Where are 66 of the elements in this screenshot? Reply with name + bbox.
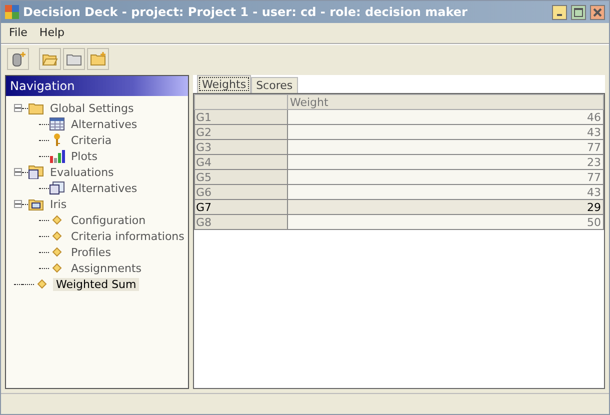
tree-item[interactable]: Criteria	[68, 134, 115, 146]
window-title: Decision Deck - project: Project 1 - user: cd - role: decision maker	[23, 5, 468, 19]
folder-icon	[28, 197, 44, 211]
tree-item[interactable]: Evaluations	[47, 166, 117, 178]
collapse-toggle[interactable]	[14, 168, 22, 176]
row-header: G8	[194, 214, 288, 230]
new-project-button[interactable]	[7, 48, 29, 70]
tab[interactable]: Weights	[197, 75, 252, 93]
tree-item[interactable]: Alternatives	[68, 182, 140, 194]
row-header: G6	[194, 184, 288, 200]
table-cell: 23	[288, 154, 604, 170]
table-cell: 77	[288, 170, 604, 184]
row-header: G5	[194, 170, 288, 184]
tree-item[interactable]: Weighted Sum	[53, 278, 140, 290]
tree-item[interactable]: Plots	[68, 150, 100, 162]
table-row[interactable]: G4 23	[194, 154, 604, 170]
folder-button[interactable]	[63, 48, 85, 70]
folder-plus-icon	[90, 52, 106, 66]
row-header: G4	[194, 154, 288, 170]
table-icon	[49, 117, 65, 131]
folder-icon	[28, 165, 44, 179]
table-row[interactable]: G2 43	[194, 124, 604, 140]
app-icon	[5, 5, 19, 19]
bar-chart-icon	[49, 149, 65, 163]
tree-item[interactable]: Iris	[47, 198, 70, 210]
open-folder-icon	[42, 52, 58, 66]
row-header: G7	[194, 200, 288, 214]
row-header: G3	[194, 140, 288, 154]
tree-item[interactable]: Criteria informations	[68, 230, 188, 242]
close-button[interactable]	[590, 4, 605, 20]
open-folder-button[interactable]	[39, 48, 61, 70]
menu-item[interactable]: File	[9, 26, 28, 40]
minimize-button[interactable]	[552, 4, 567, 20]
folder-icon	[28, 101, 44, 115]
tab[interactable]: Scores	[251, 77, 298, 93]
table-cell: 46	[288, 110, 604, 124]
table-cell: 77	[288, 140, 604, 154]
table-cell: 43	[288, 124, 604, 140]
row-header: G1	[194, 110, 288, 124]
tree-item[interactable]: Alternatives	[68, 118, 140, 130]
maximize-button[interactable]	[571, 4, 586, 20]
collapse-toggle[interactable]	[14, 200, 22, 208]
new-folder-button[interactable]	[87, 48, 109, 70]
table-row[interactable]: G5 77	[194, 170, 604, 184]
table-row[interactable]: G6 43	[194, 184, 604, 200]
column-header: Weight	[288, 94, 604, 110]
table-row[interactable]: G3 77	[194, 140, 604, 154]
row-header: G2	[194, 124, 288, 140]
table-cell: 43	[288, 184, 604, 200]
table-icon	[49, 181, 65, 195]
maximize-icon	[574, 8, 583, 16]
table-row[interactable]: G1 46	[194, 110, 604, 124]
table-cell: 29	[288, 200, 604, 214]
table-cell: 50	[288, 214, 604, 230]
collapse-toggle[interactable]	[14, 104, 22, 112]
tree-item[interactable]: Assignments	[68, 262, 144, 274]
table-row[interactable]: G8 50	[194, 214, 604, 230]
panel-title: Navigation	[6, 76, 188, 96]
close-icon	[593, 8, 602, 16]
folder-icon	[66, 52, 82, 66]
menu-item[interactable]: Help	[39, 26, 64, 40]
tree-item[interactable]: Profiles	[68, 246, 114, 258]
cylinder-plus-icon	[10, 51, 26, 67]
tree-item[interactable]: Global Settings	[47, 102, 137, 114]
tree-item[interactable]: Configuration	[68, 214, 149, 226]
table-row[interactable]: G7 29	[194, 200, 604, 214]
